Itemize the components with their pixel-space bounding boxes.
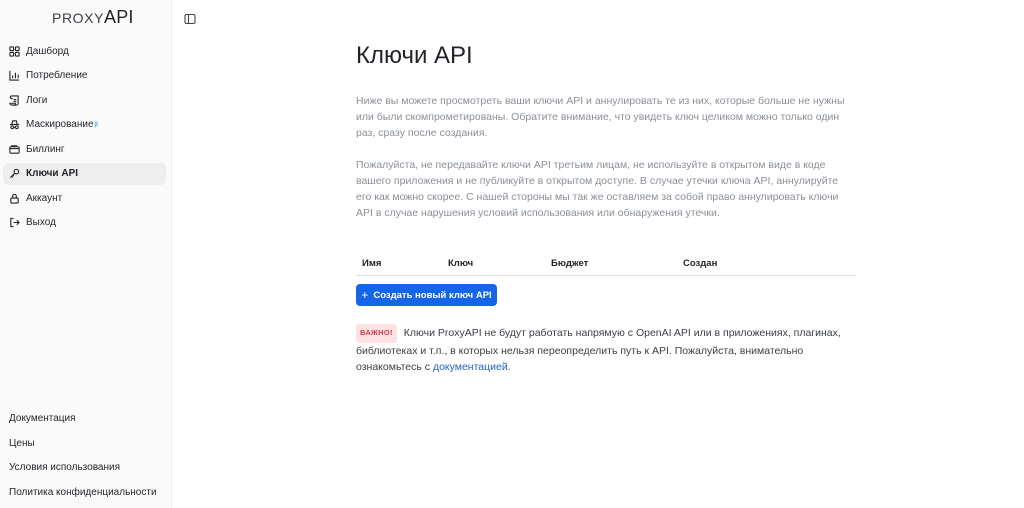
footer-link-docs[interactable]: Документация bbox=[9, 408, 157, 433]
sidebar-item-logs[interactable]: Логи bbox=[3, 89, 166, 111]
sidebar-item-usage[interactable]: Потребление bbox=[3, 65, 166, 87]
scroll-icon bbox=[9, 94, 20, 106]
important-badge: ВАЖНО! bbox=[356, 324, 397, 343]
sidebar-item-label: Ключи API bbox=[26, 168, 79, 179]
important-text: Ключи ProxyAPI не будут работать напряму… bbox=[356, 327, 841, 373]
sidebar-nav: Дашборд Потребление Логи Маскирование β Б… bbox=[3, 40, 166, 236]
footer-link-terms[interactable]: Условия использования bbox=[9, 457, 157, 482]
column-header-created: Создан bbox=[683, 258, 718, 269]
sidebar-item-label: Аккаунт bbox=[26, 192, 63, 204]
api-keys-table-header: Имя Ключ Бюджет Создан bbox=[356, 252, 856, 276]
column-header-key: Ключ bbox=[448, 258, 474, 269]
sidebar-item-label: Биллинг bbox=[26, 143, 65, 155]
logout-icon bbox=[9, 217, 20, 228]
beta-badge: β bbox=[94, 121, 98, 128]
dashboard-icon bbox=[9, 45, 20, 57]
wallet-icon bbox=[9, 144, 20, 155]
documentation-link[interactable]: документацией bbox=[433, 361, 508, 373]
sidebar-toggle-icon[interactable] bbox=[184, 12, 196, 25]
sidebar-item-api-keys[interactable]: Ключи API bbox=[3, 162, 166, 185]
plus-icon: + bbox=[361, 288, 369, 302]
lock-icon bbox=[9, 193, 20, 204]
sidebar-item-label: Потребление bbox=[26, 70, 88, 81]
footer-link-pricing[interactable]: Цены bbox=[9, 433, 157, 458]
important-end: . bbox=[507, 361, 511, 373]
bar-chart-icon bbox=[9, 70, 20, 81]
warning-paragraph: Пожалуйста, не передавайте ключи API тре… bbox=[356, 159, 839, 219]
sidebar-item-label: Дашборд bbox=[26, 45, 69, 57]
sidebar-item-label: Логи bbox=[26, 94, 48, 106]
important-notice: ВАЖНО! Ключи ProxyAPI не будут работать … bbox=[356, 324, 856, 376]
column-header-budget: Бюджет bbox=[551, 258, 589, 269]
logo[interactable]: PROXYAPI bbox=[52, 7, 134, 28]
sidebar-item-label: Маскирование bbox=[26, 119, 94, 130]
sidebar-item-billing[interactable]: Биллинг bbox=[3, 138, 166, 160]
footer-link-privacy[interactable]: Политика конфиденциальности bbox=[9, 482, 157, 507]
sidebar-item-masking[interactable]: Маскирование β bbox=[3, 114, 166, 136]
page-title: Ключи API bbox=[356, 42, 473, 69]
create-api-key-label: Создать новый ключ API bbox=[373, 289, 492, 301]
sidebar-footer: Документация Цены Условия использования … bbox=[9, 408, 157, 506]
column-header-name: Имя bbox=[362, 258, 382, 269]
create-api-key-button[interactable]: + Создать новый ключ API bbox=[356, 284, 497, 306]
key-icon bbox=[9, 168, 20, 179]
sidebar: PROXYAPI Дашборд Потребление Логи Маскир… bbox=[0, 0, 172, 508]
intro-paragraph: Ниже вы можете просмотреть ваши ключи AP… bbox=[356, 95, 845, 139]
sidebar-item-logout[interactable]: Выход bbox=[3, 212, 166, 234]
sidebar-item-label: Выход bbox=[26, 217, 56, 228]
incognito-icon bbox=[9, 119, 20, 130]
sidebar-item-account[interactable]: Аккаунт bbox=[3, 187, 166, 209]
sidebar-item-dashboard[interactable]: Дашборд bbox=[3, 40, 166, 62]
